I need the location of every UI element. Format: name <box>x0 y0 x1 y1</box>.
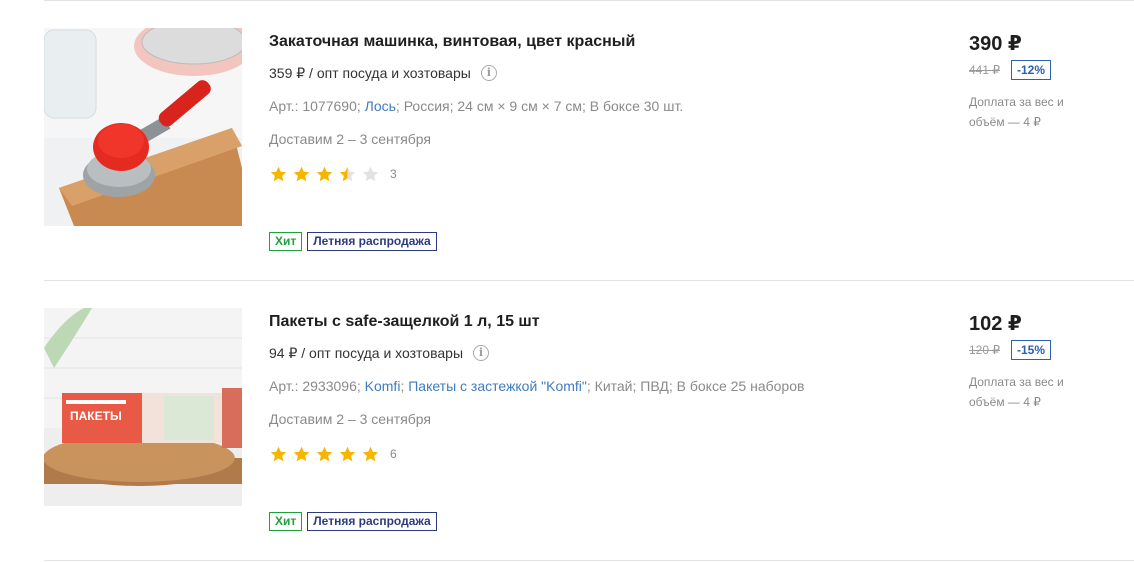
badges: Хит Летняя распродажа <box>269 232 442 251</box>
star-icon <box>293 446 310 461</box>
bottom-divider <box>44 560 1134 561</box>
delivery-date: Доставим 2 – 3 сентября <box>269 411 432 427</box>
product-title[interactable]: Пакеты с safe-защелкой 1 л, 15 шт <box>269 310 929 334</box>
star-icon <box>270 446 287 461</box>
review-count[interactable]: 6 <box>390 447 397 461</box>
current-price: 390 ₽ <box>969 33 1022 55</box>
product-info: Закаточная машинка, винтовая, цвет красн… <box>269 30 929 184</box>
product-image[interactable] <box>44 28 242 226</box>
current-price: 102 ₽ <box>969 313 1022 335</box>
hit-badge: Хит <box>269 512 303 531</box>
specs-separator: ; <box>400 378 405 394</box>
info-icon[interactable]: i <box>473 345 490 361</box>
product-card: ПАКЕТЫ Пакеты с safe-защелкой 1 л, 15 шт… <box>0 280 1134 560</box>
old-price: 441 ₽ <box>969 63 1000 77</box>
star-icon <box>270 166 287 181</box>
star-icon <box>316 166 333 181</box>
star-icon <box>293 166 310 181</box>
wholesale-price-row: 94 ₽ / опт посуда и хозтовары i <box>269 343 929 363</box>
discount-badge: -15% <box>1011 340 1052 360</box>
star-icon <box>362 166 379 181</box>
summer-sale-badge[interactable]: Летняя распродажа <box>307 232 437 251</box>
wholesale-price: 94 ₽ / опт посуда и хозтовары <box>269 345 464 361</box>
brand-link[interactable]: Лось <box>365 98 396 114</box>
wholesale-price: 359 ₽ / опт посуда и хозтовары <box>269 65 471 81</box>
summer-sale-badge[interactable]: Летняя распродажа <box>307 512 437 531</box>
review-count[interactable]: 3 <box>390 167 397 181</box>
star-icon <box>316 446 333 461</box>
star-icon <box>339 446 356 461</box>
badges: Хит Летняя распродажа <box>269 512 442 531</box>
product-info: Пакеты с safe-защелкой 1 л, 15 шт 94 ₽ /… <box>269 310 929 464</box>
delivery-date: Доставим 2 – 3 сентября <box>269 131 432 147</box>
old-price: 120 ₽ <box>969 343 1000 357</box>
can-sealer-photo <box>44 28 242 226</box>
specs-details: ; Россия; 24 см × 9 см × 7 см; В боксе 3… <box>395 98 684 114</box>
article-number: Арт.: 2933096; <box>269 378 361 394</box>
rating[interactable]: 3 <box>269 164 929 184</box>
rating[interactable]: 6 <box>269 444 929 464</box>
star-icon <box>362 446 379 461</box>
zip-bags-photo: ПАКЕТЫ <box>44 308 242 506</box>
weight-surcharge: Доплата за вес и объём — 4 ₽ <box>969 375 1064 409</box>
info-icon[interactable]: i <box>480 65 497 81</box>
product-specs: Арт.: 1077690; Лось; Россия; 24 см × 9 с… <box>269 96 929 116</box>
price-block: 390 ₽ 441 ₽ -12% Доплата за вес и объём … <box>969 32 1129 132</box>
brand-link[interactable]: Komfi <box>365 378 401 394</box>
product-title[interactable]: Закаточная машинка, винтовая, цвет красн… <box>269 30 929 54</box>
star-icon <box>339 166 356 181</box>
product-specs: Арт.: 2933096; Komfi; Пакеты с застежкой… <box>269 376 929 396</box>
article-number: Арт.: 1077690; <box>269 98 361 114</box>
price-block: 102 ₽ 120 ₽ -15% Доплата за вес и объём … <box>969 312 1129 412</box>
specs-details: ; Китай; ПВД; В боксе 25 наборов <box>586 378 805 394</box>
weight-surcharge: Доплата за вес и объём — 4 ₽ <box>969 95 1064 129</box>
old-price-row: 120 ₽ -15% <box>969 340 1129 360</box>
old-price-row: 441 ₽ -12% <box>969 60 1129 80</box>
wholesale-price-row: 359 ₽ / опт посуда и хозтовары i <box>269 63 929 83</box>
discount-badge: -12% <box>1011 60 1052 80</box>
product-image[interactable]: ПАКЕТЫ <box>44 308 242 506</box>
hit-badge: Хит <box>269 232 303 251</box>
package-label: ПАКЕТЫ <box>70 409 122 423</box>
product-card: Закаточная машинка, винтовая, цвет красн… <box>0 0 1134 280</box>
series-link[interactable]: Пакеты с застежкой "Komfi" <box>408 378 587 394</box>
